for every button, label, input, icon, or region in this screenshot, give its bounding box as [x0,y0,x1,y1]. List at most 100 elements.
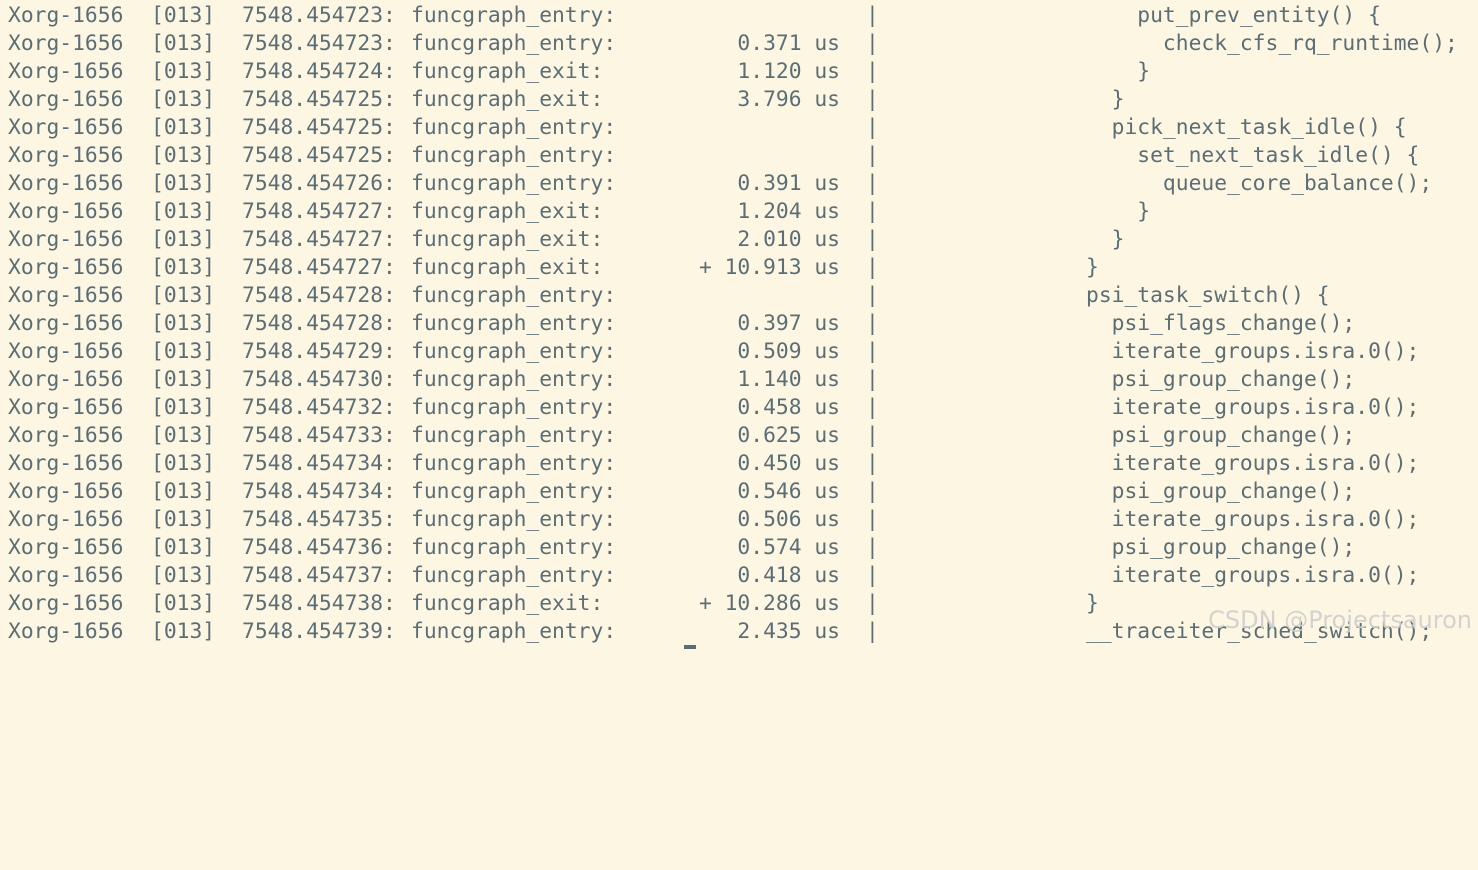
cpu-id: [013] [151,199,216,224]
process-name: Xorg-1656 [8,563,124,588]
trace-line: Xorg-1656 [013] 7548.454729: funcgraph_e… [0,338,1478,366]
timestamp: 7548.454732: [242,395,396,420]
timestamp: 7548.454738: [242,591,396,616]
event-type: funcgraph_entry: [411,451,617,476]
duration: 3.796 us [737,87,840,112]
duration: 1.140 us [737,367,840,392]
cpu-id: [013] [151,227,216,252]
event-type: funcgraph_entry: [411,171,617,196]
column-separator: | [866,31,879,56]
cpu-id: [013] [151,619,216,644]
event-type: funcgraph_exit: [411,199,604,224]
column-separator: | [866,367,879,392]
column-separator: | [866,591,879,616]
function-call: psi_group_change(); [1086,535,1356,560]
trace-line: Xorg-1656 [013] 7548.454727: funcgraph_e… [0,198,1478,226]
timestamp: 7548.454727: [242,199,396,224]
timestamp: 7548.454733: [242,423,396,448]
event-type: funcgraph_exit: [411,255,604,280]
duration: 1.120 us [737,59,840,84]
timestamp: 7548.454737: [242,563,396,588]
cpu-id: [013] [151,535,216,560]
duration: 0.625 us [737,423,840,448]
process-name: Xorg-1656 [8,199,124,224]
trace-line: Xorg-1656 [013] 7548.454728: funcgraph_e… [0,310,1478,338]
function-call: iterate_groups.isra.0(); [1086,507,1420,532]
event-type: funcgraph_entry: [411,507,617,532]
timestamp: 7548.454728: [242,311,396,336]
column-separator: | [866,619,879,644]
watermark: CSDN @Projectsauron [1208,606,1472,634]
process-name: Xorg-1656 [8,283,124,308]
duration: 0.418 us [737,563,840,588]
timestamp: 7548.454723: [242,3,396,28]
timestamp: 7548.454724: [242,59,396,84]
cpu-id: [013] [151,423,216,448]
duration: 0.509 us [737,339,840,364]
event-type: funcgraph_entry: [411,311,617,336]
column-separator: | [866,535,879,560]
trace-line: Xorg-1656 [013] 7548.454734: funcgraph_e… [0,450,1478,478]
trace-line: Xorg-1656 [013] 7548.454727: funcgraph_e… [0,254,1478,282]
function-call: } [1086,59,1151,84]
cpu-id: [013] [151,479,216,504]
cpu-id: [013] [151,395,216,420]
cpu-id: [013] [151,31,216,56]
timestamp: 7548.454725: [242,87,396,112]
function-call: psi_group_change(); [1086,479,1356,504]
column-separator: | [866,311,879,336]
process-name: Xorg-1656 [8,479,124,504]
duration: 0.546 us [737,479,840,504]
process-name: Xorg-1656 [8,31,124,56]
process-name: Xorg-1656 [8,619,124,644]
function-call: pick_next_task_idle() { [1086,115,1407,140]
column-separator: | [866,199,879,224]
duration: 2.435 us [737,619,840,644]
function-call: psi_flags_change(); [1086,311,1356,336]
event-type: funcgraph_entry: [411,535,617,560]
trace-line: Xorg-1656 [013] 7548.454737: funcgraph_e… [0,562,1478,590]
timestamp: 7548.454725: [242,115,396,140]
column-separator: | [866,59,879,84]
duration: + 10.913 us [698,255,840,280]
trace-line: Xorg-1656 [013] 7548.454732: funcgraph_e… [0,394,1478,422]
function-call: psi_task_switch() { [1086,283,1330,308]
timestamp: 7548.454730: [242,367,396,392]
trace-line: Xorg-1656 [013] 7548.454726: funcgraph_e… [0,170,1478,198]
cpu-id: [013] [151,143,216,168]
duration: 0.574 us [737,535,840,560]
process-name: Xorg-1656 [8,395,124,420]
trace-line: Xorg-1656 [013] 7548.454730: funcgraph_e… [0,366,1478,394]
duration: 0.458 us [737,395,840,420]
event-type: funcgraph_entry: [411,563,617,588]
duration: 0.391 us [737,171,840,196]
event-type: funcgraph_entry: [411,31,617,56]
function-call: } [1086,591,1099,616]
function-call: psi_group_change(); [1086,423,1356,448]
process-name: Xorg-1656 [8,227,124,252]
function-call: set_next_task_idle() { [1086,143,1420,168]
process-name: Xorg-1656 [8,171,124,196]
process-name: Xorg-1656 [8,59,124,84]
column-separator: | [866,115,879,140]
event-type: funcgraph_exit: [411,227,604,252]
column-separator: | [866,171,879,196]
terminal-output[interactable]: Xorg-1656 [013] 7548.454723: funcgraph_e… [0,0,1478,649]
process-name: Xorg-1656 [8,339,124,364]
cpu-id: [013] [151,591,216,616]
column-separator: | [866,3,879,28]
timestamp: 7548.454735: [242,507,396,532]
process-name: Xorg-1656 [8,423,124,448]
process-name: Xorg-1656 [8,367,124,392]
process-name: Xorg-1656 [8,255,124,280]
event-type: funcgraph_entry: [411,115,617,140]
timestamp: 7548.454723: [242,31,396,56]
function-call: put_prev_entity() { [1086,3,1381,28]
column-separator: | [866,255,879,280]
column-separator: | [866,507,879,532]
trace-line: Xorg-1656 [013] 7548.454724: funcgraph_e… [0,58,1478,86]
duration: 0.371 us [737,31,840,56]
cpu-id: [013] [151,171,216,196]
timestamp: 7548.454739: [242,619,396,644]
column-separator: | [866,563,879,588]
